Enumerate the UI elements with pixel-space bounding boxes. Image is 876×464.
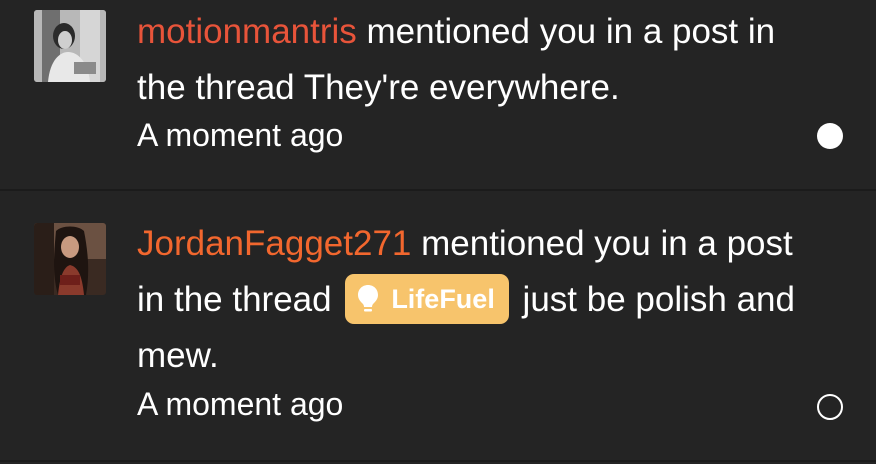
divider [0,189,876,191]
notification-message: motionmantris mentioned you in a post in… [137,4,827,116]
avatar-image [34,10,106,82]
thread-tag-label: LifeFuel [391,283,495,314]
timestamp: A moment ago [137,117,344,153]
notification-item[interactable]: motionmantris mentioned you in a post in… [0,0,876,190]
timestamp: A moment ago [137,386,344,422]
notification-feed: motionmantris mentioned you in a post in… [0,0,876,464]
notification-message: JordanFagget271 mentioned you in a post … [137,216,827,384]
username-link[interactable]: motionmantris [137,12,357,51]
lightbulb-icon [357,284,379,314]
username-link[interactable]: JordanFagget271 [137,224,411,263]
notification-item[interactable]: JordanFagget271 mentioned you in a post … [0,192,876,460]
thread-prefix-tag[interactable]: LifeFuel [345,273,509,324]
unread-indicator-icon[interactable] [817,123,843,149]
avatar[interactable] [34,10,106,82]
read-indicator-icon[interactable] [817,394,843,420]
divider [0,460,876,462]
avatar-image [34,223,106,295]
avatar[interactable] [34,223,106,295]
